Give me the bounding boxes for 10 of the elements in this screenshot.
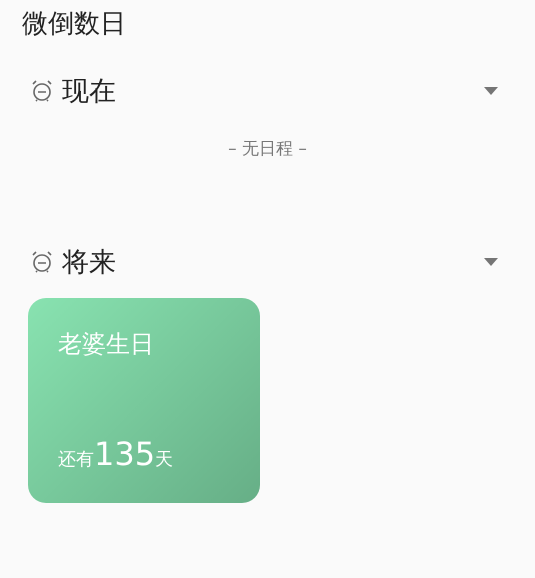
alarm-clock-icon bbox=[30, 250, 54, 274]
dropdown-caret-icon[interactable] bbox=[483, 86, 499, 96]
empty-message: – 无日程 – bbox=[228, 138, 307, 160]
alarm-clock-icon bbox=[30, 79, 54, 103]
section-header[interactable]: 将来 bbox=[62, 244, 483, 280]
days-remaining: 还有 135天 bbox=[58, 435, 174, 473]
app-title: 微倒数日 bbox=[21, 8, 126, 41]
section-header[interactable]: 现在 bbox=[62, 73, 483, 109]
dropdown-caret-icon[interactable] bbox=[483, 257, 499, 267]
event-title: 老婆生日 bbox=[58, 329, 154, 360]
